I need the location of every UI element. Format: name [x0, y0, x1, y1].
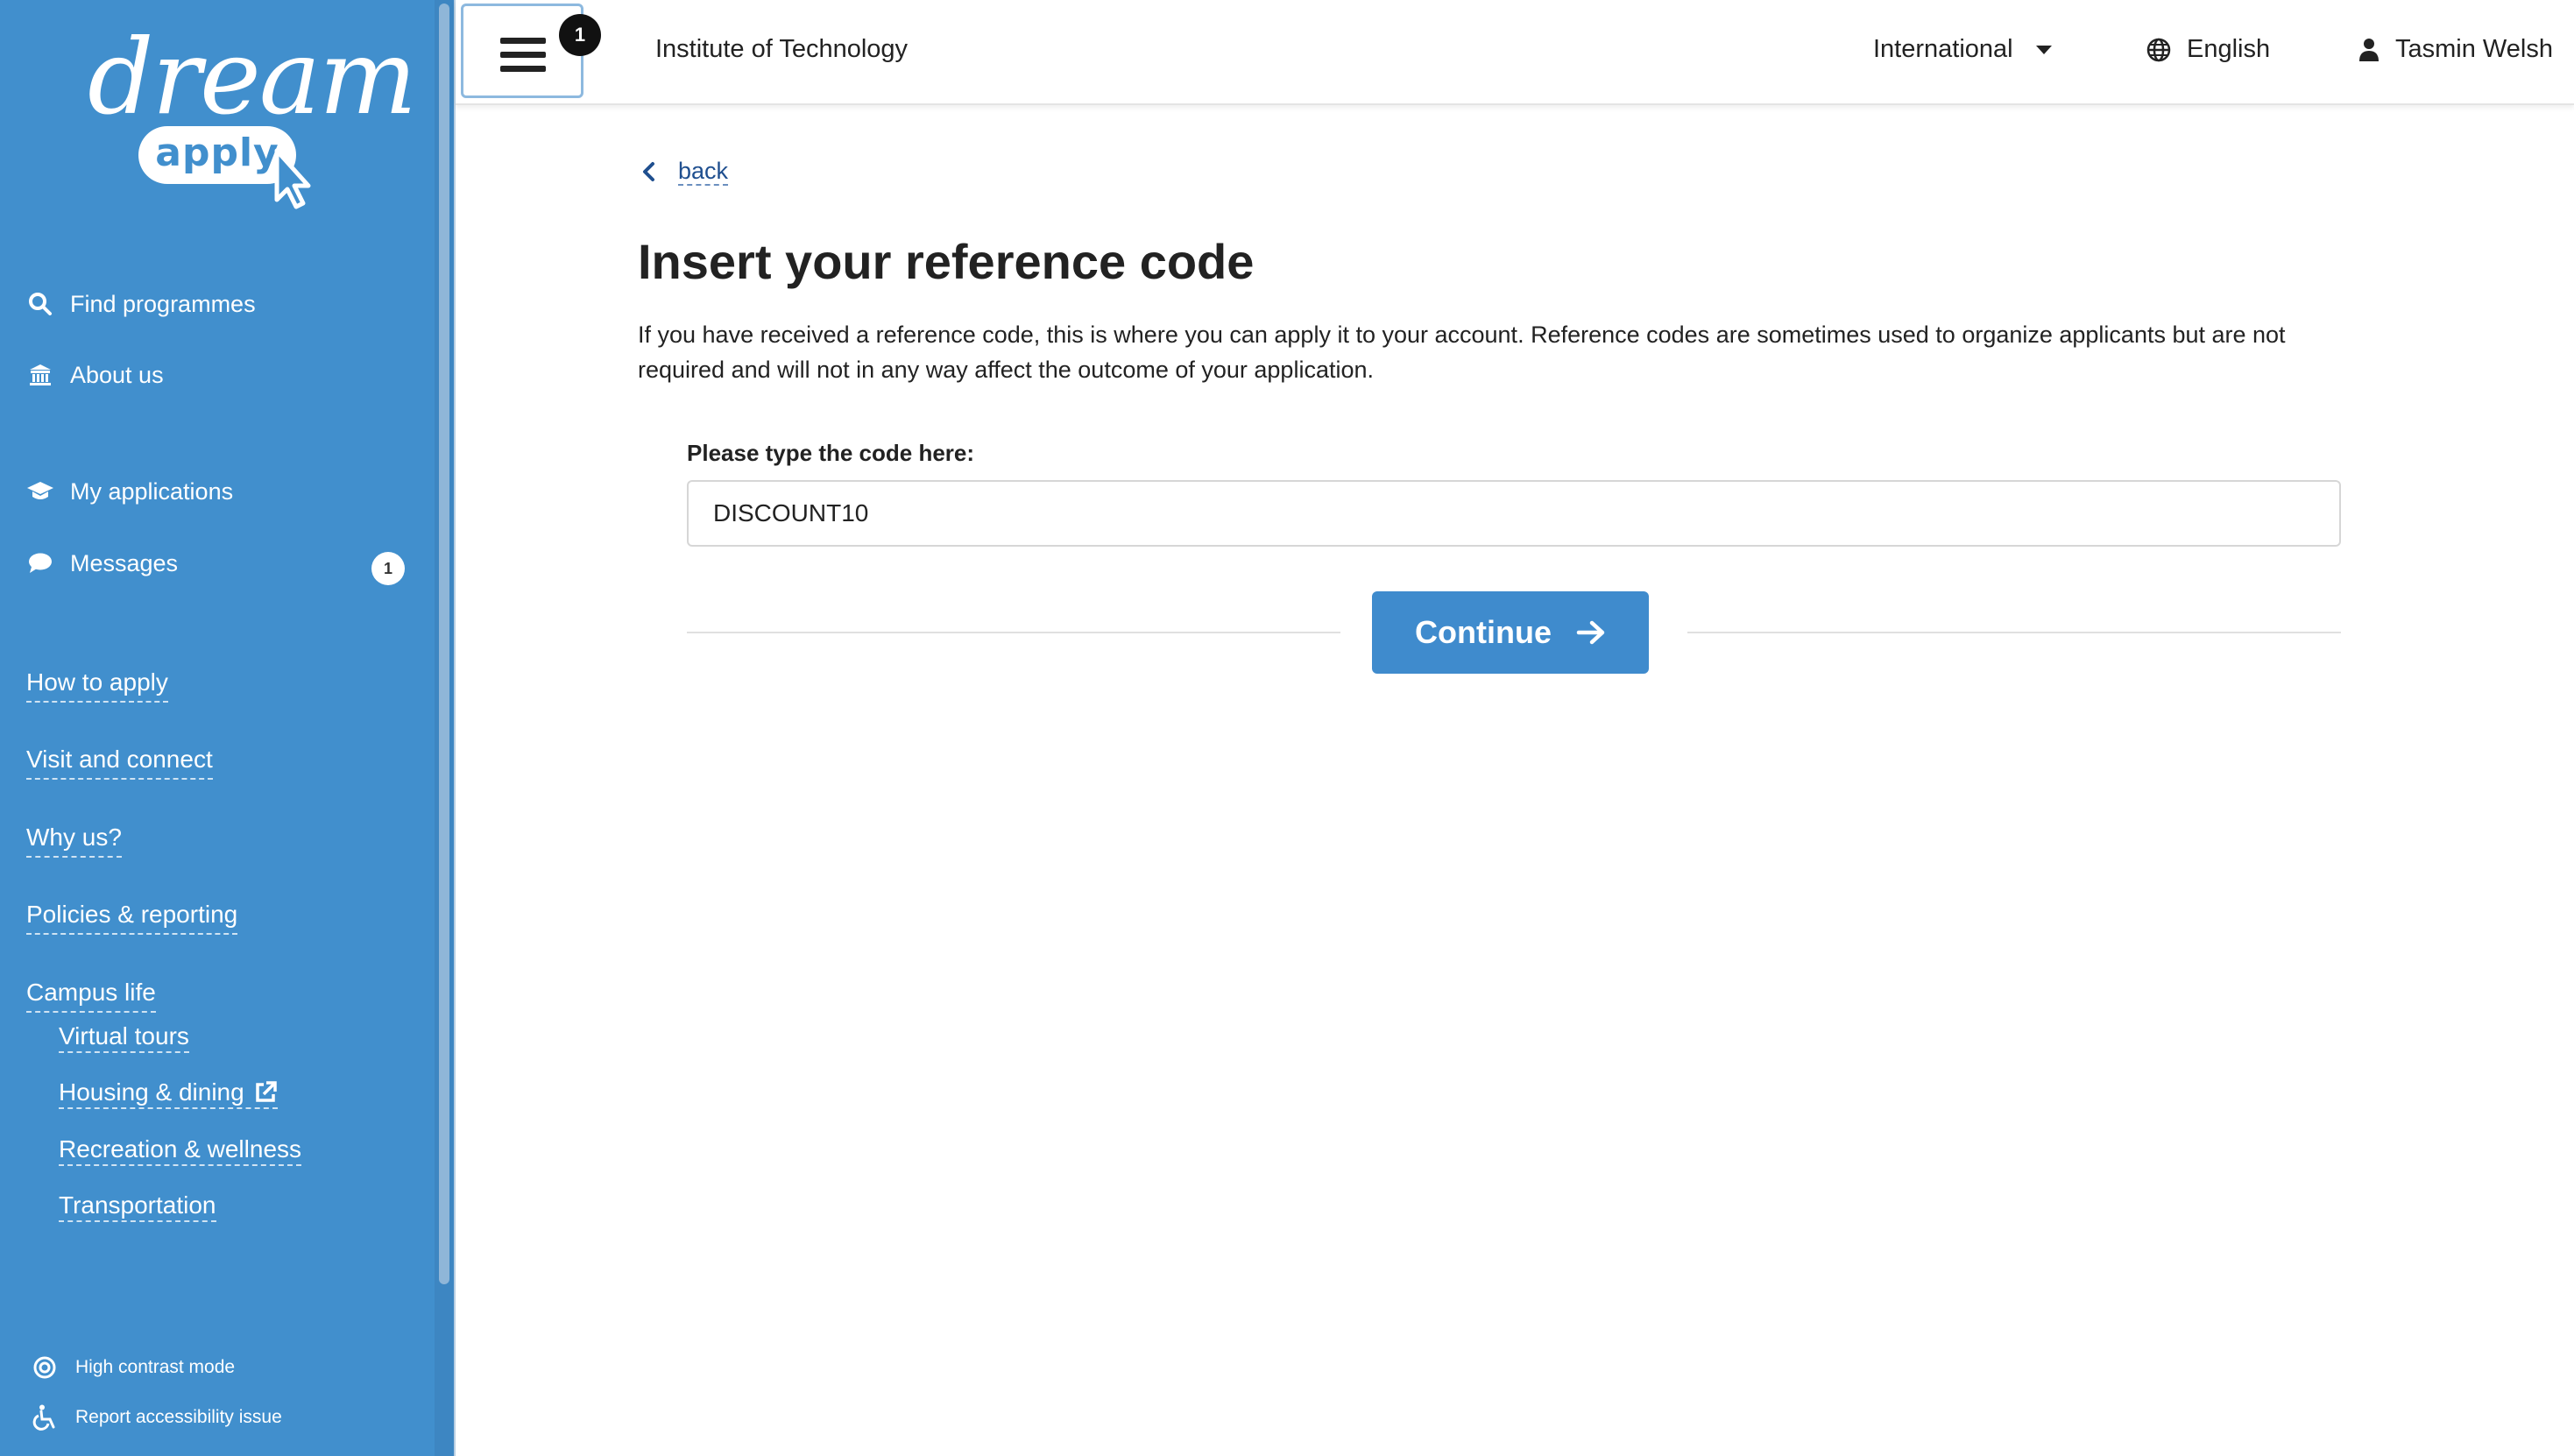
wheelchair-icon	[32, 1404, 58, 1431]
link-virtual-tours[interactable]: Virtual tours	[59, 1021, 189, 1053]
sidebar: dream apply Find programmes About us My …	[0, 0, 435, 1456]
search-icon	[26, 290, 54, 318]
institution-icon	[26, 361, 54, 389]
report-accessibility-link[interactable]: Report accessibility issue	[32, 1404, 282, 1431]
arrow-right-icon	[1576, 619, 1606, 646]
link-campus-life[interactable]: Campus life	[26, 978, 156, 1013]
page-title: Insert your reference code	[638, 234, 1255, 289]
link-housing-dining[interactable]: Housing & dining	[59, 1078, 278, 1109]
external-link-icon	[253, 1080, 278, 1105]
sidebar-item-label: About us	[70, 361, 164, 388]
sublink-label: Recreation & wellness	[59, 1135, 302, 1163]
divider-left	[687, 632, 1340, 633]
continue-button[interactable]: Continue	[1372, 591, 1649, 674]
link-how-to-apply[interactable]: How to apply	[26, 668, 168, 703]
cursor-icon	[274, 148, 311, 209]
dreamapply-logo[interactable]: dream apply	[84, 16, 417, 209]
region-label: International	[1873, 35, 2013, 63]
hamburger-icon	[500, 38, 546, 80]
footer-label: Report accessibility issue	[75, 1407, 282, 1427]
logo-word: dream	[88, 17, 417, 138]
divider-right	[1687, 632, 2341, 633]
region-dropdown[interactable]: International	[1873, 35, 2052, 64]
user-icon	[2358, 38, 2380, 62]
sidebar-item-find-programmes[interactable]: Find programmes	[26, 286, 256, 322]
sidebar-divider	[454, 0, 456, 1456]
user-name: Tasmin Welsh	[2395, 35, 2553, 63]
sidebar-item-label: Find programmes	[70, 290, 256, 317]
sidebar-item-my-applications[interactable]: My applications	[26, 474, 233, 509]
chat-bubble-icon	[26, 549, 54, 577]
link-transportation[interactable]: Transportation	[59, 1191, 216, 1222]
continue-label: Continue	[1415, 614, 1552, 650]
reference-code-input[interactable]	[687, 480, 2341, 547]
contrast-icon	[32, 1354, 58, 1381]
sidebar-scrollbar[interactable]	[435, 0, 454, 1456]
footer-label: High contrast mode	[75, 1357, 236, 1377]
link-policies-reporting[interactable]: Policies & reporting	[26, 900, 238, 935]
back-link[interactable]: back	[641, 158, 729, 186]
menu-toggle-button[interactable]	[461, 4, 583, 98]
sidebar-item-messages[interactable]: Messages	[26, 546, 178, 581]
caret-down-icon	[2035, 45, 2052, 54]
high-contrast-toggle[interactable]: High contrast mode	[32, 1354, 235, 1381]
back-label: back	[678, 158, 729, 186]
top-bar: 1 Institute of Technology International …	[456, 0, 2574, 105]
menu-notification-badge: 1	[559, 14, 601, 56]
sublink-label: Transportation	[59, 1191, 216, 1219]
link-visit-and-connect[interactable]: Visit and connect	[26, 745, 213, 780]
link-recreation-wellness[interactable]: Recreation & wellness	[59, 1134, 302, 1166]
link-why-us[interactable]: Why us?	[26, 823, 122, 858]
sidebar-item-label: Messages	[70, 549, 179, 576]
sidebar-item-label: My applications	[70, 477, 234, 505]
language-selector[interactable]: English	[2146, 35, 2270, 64]
chevron-left-icon	[641, 161, 655, 182]
sublink-label: Virtual tours	[59, 1022, 189, 1050]
scrollbar-thumb[interactable]	[439, 4, 449, 1284]
user-menu[interactable]: Tasmin Welsh	[2358, 35, 2553, 64]
institution-name: Institute of Technology	[655, 35, 909, 63]
graduation-cap-icon	[26, 477, 54, 505]
sublink-label: Housing & dining	[59, 1078, 244, 1106]
messages-count-badge: 1	[371, 552, 405, 585]
globe-icon	[2146, 38, 2171, 62]
sidebar-item-about-us[interactable]: About us	[26, 357, 164, 392]
intro-text: If you have received a reference code, t…	[638, 322, 2286, 383]
code-field-label: Please type the code here:	[687, 440, 975, 466]
language-label: English	[2187, 35, 2271, 63]
